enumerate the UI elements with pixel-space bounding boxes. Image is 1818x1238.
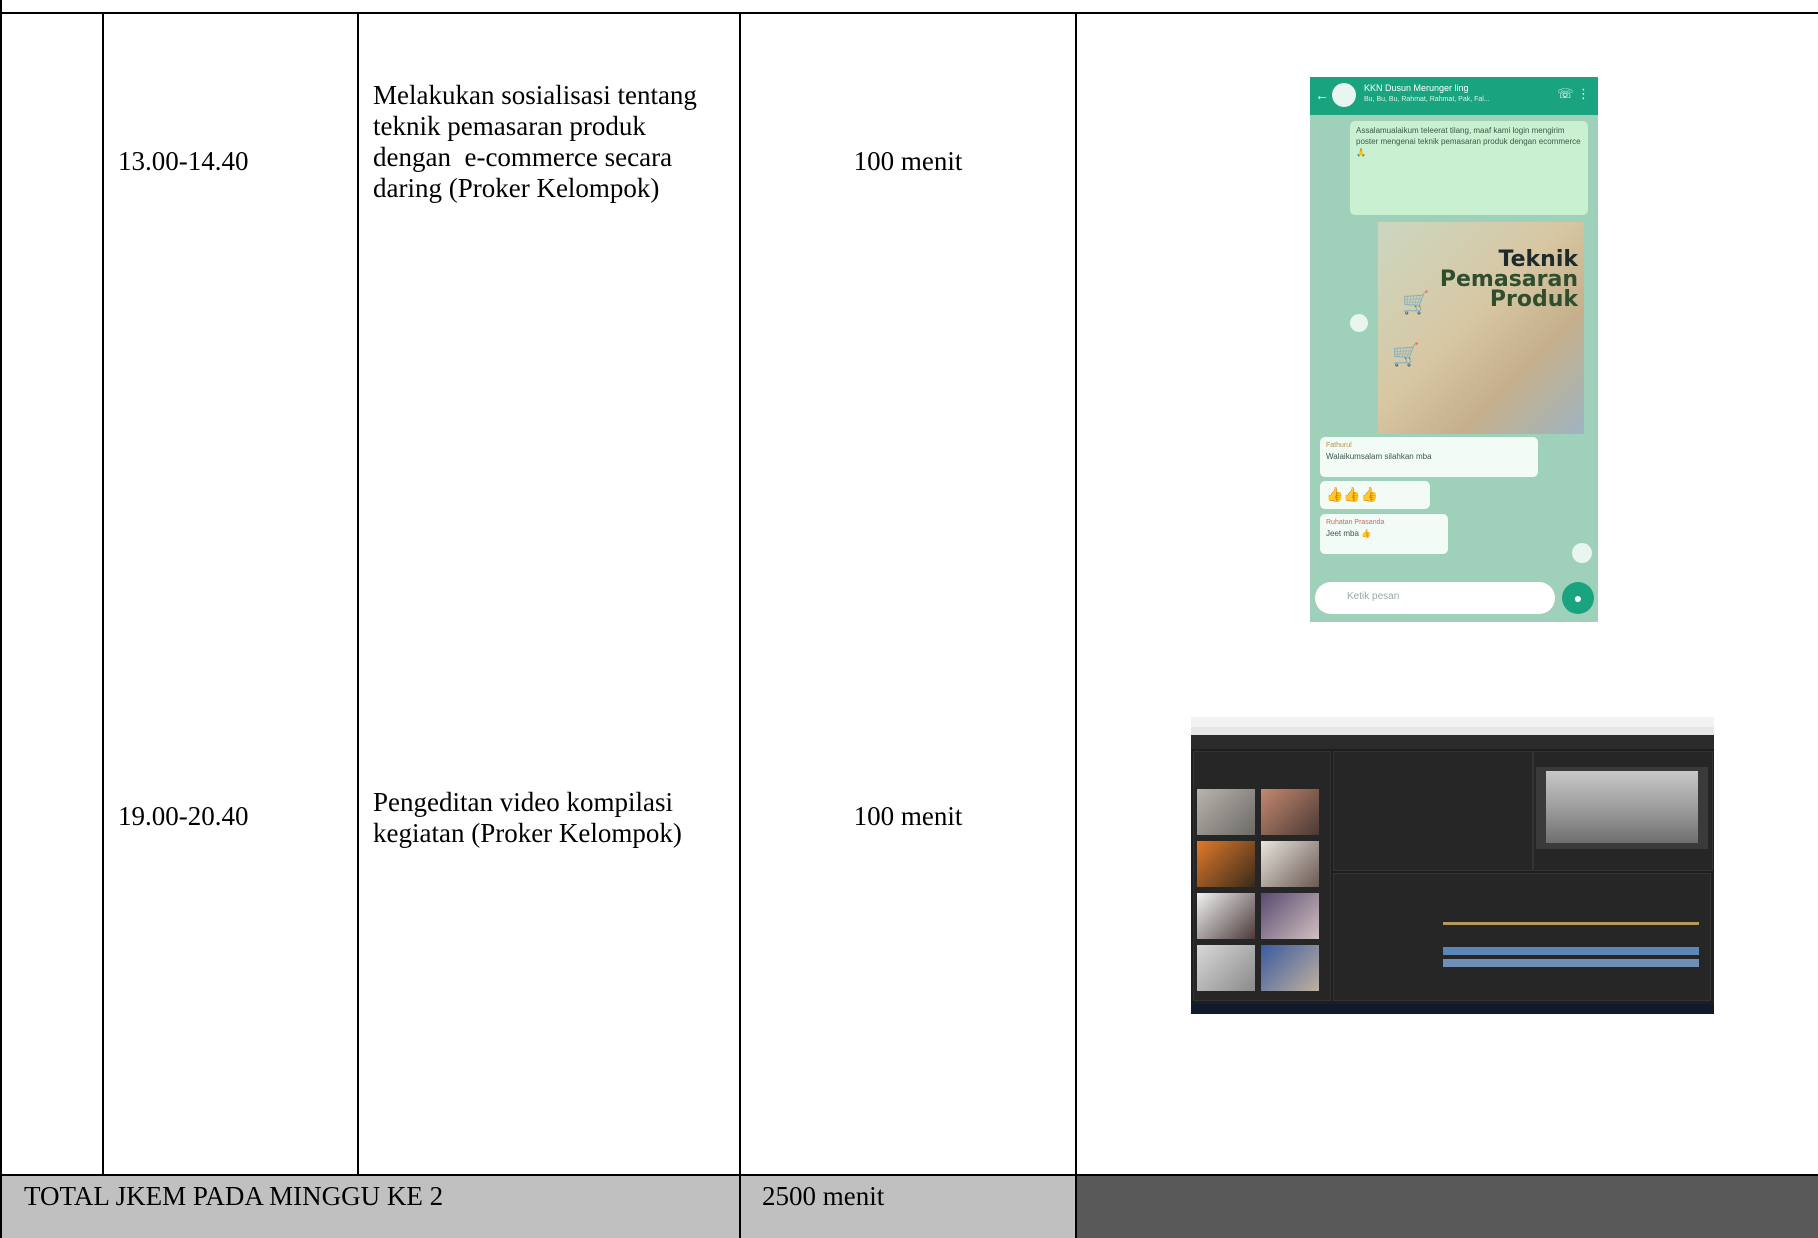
- audio-track-clip: [1443, 959, 1699, 967]
- editor-menu-bar: [1191, 727, 1714, 735]
- clip-thumbnail-5: [1197, 893, 1255, 939]
- effect-controls-panel: [1333, 751, 1533, 871]
- clip-thumbnail-6: [1261, 893, 1319, 939]
- shopping-cart-icon: 🛒: [1402, 290, 1430, 315]
- row-2-duration: 100 menit: [853, 801, 963, 831]
- row-2-activity-line-1: Pengeditan video kompilasi: [373, 787, 673, 817]
- program-monitor: [1536, 767, 1708, 849]
- poster-title-line-3: Produk: [1489, 287, 1578, 312]
- group-avatar: [1332, 83, 1356, 107]
- clip-thumbnail-2: [1261, 789, 1319, 835]
- column-divider-1: [102, 12, 104, 1174]
- clip-thumbnail-8: [1261, 945, 1319, 991]
- wa-reply-bubble-2: Ruhatan Prasanda Jeet mba 👍: [1320, 514, 1448, 554]
- whatsapp-screenshot: ← KKN Dusun Merunger ling Bu, Bu, Bu, Ra…: [1310, 77, 1598, 622]
- row-1-activity: Melakukan sosialisasi tentang teknik pem…: [373, 80, 733, 204]
- pray-emoji: 🙏: [1356, 148, 1366, 157]
- row-1-time: 13.00-14.40: [118, 146, 249, 176]
- mic-icon: ●: [1562, 582, 1594, 614]
- table-top-border: [0, 12, 1818, 14]
- column-divider-3: [739, 12, 741, 1238]
- editor-title-bar: [1191, 717, 1714, 727]
- row-1-activity-line-4: daring (Proker Kelompok): [373, 173, 660, 203]
- total-label: TOTAL JKEM PADA MINGGU KE 2: [24, 1181, 444, 1211]
- row-1-activity-line-3: dengan e-commerce secara: [373, 142, 673, 172]
- wa-message-bubble: Assalamualaikum teleerat tilang, maaf ka…: [1350, 121, 1588, 215]
- wa-chat-members: Bu, Bu, Bu, Rahmat, Rahmat, Pak, Fal...: [1364, 96, 1490, 103]
- column-divider-4: [1075, 12, 1077, 1238]
- row-1-duration: 100 menit: [853, 146, 963, 176]
- column-divider-2: [357, 12, 359, 1174]
- wa-reply-2-sender: Ruhatan Prasanda: [1326, 519, 1385, 526]
- row-2-activity-line-2: kegiatan (Proker Kelompok): [373, 818, 682, 848]
- clip-thumbnail-7: [1197, 945, 1255, 991]
- poster-title: Teknik Pemasaran Produk: [1440, 249, 1578, 312]
- total-value: 2500 menit: [762, 1181, 885, 1211]
- wa-message-text: Assalamualaikum teleerat tilang, maaf ka…: [1356, 126, 1581, 146]
- total-row-top-border: [0, 1174, 1818, 1176]
- wa-reply-1-sender: Fathurul: [1326, 442, 1352, 449]
- row-1-activity-line-1: Melakukan sosialisasi tentang: [373, 80, 697, 110]
- wa-header: ← KKN Dusun Merunger ling Bu, Bu, Bu, Ra…: [1310, 77, 1598, 115]
- back-arrow-icon: ←: [1315, 87, 1329, 103]
- thumbs-up-emoji: 👍: [1361, 529, 1372, 538]
- wa-chat-name: KKN Dusun Merunger ling: [1364, 83, 1469, 93]
- video-track-clip: [1443, 947, 1699, 955]
- clip-thumbnail-4: [1261, 841, 1319, 887]
- clip-thumbnail-1: [1197, 789, 1255, 835]
- video-preview: [1546, 771, 1698, 843]
- timeline-panel: [1333, 873, 1711, 1001]
- row-2-activity: Pengeditan video kompilasi kegiatan (Pro…: [373, 787, 733, 849]
- total-dark-cell: [1077, 1175, 1818, 1238]
- wa-reply-2-text: Jeet mba: [1326, 529, 1359, 538]
- wa-reply-2-text-line: Jeet mba 👍: [1326, 528, 1442, 539]
- row-2-time: 19.00-20.40: [118, 801, 249, 831]
- scroll-down-icon: [1572, 543, 1592, 563]
- editor-workspace-bar: [1191, 735, 1714, 749]
- wa-message-input: Ketik pesan: [1315, 582, 1555, 614]
- windows-taskbar: [1191, 1004, 1714, 1014]
- poster-image: Teknik Pemasaran Produk 🛒 🛒: [1378, 222, 1584, 434]
- wa-emoji-bubble: 👍👍👍: [1320, 481, 1430, 509]
- wa-input-placeholder: Ketik pesan: [1347, 591, 1400, 602]
- clip-thumbnail-3: [1197, 841, 1255, 887]
- thumbs-up-emojis: 👍👍👍: [1326, 486, 1379, 502]
- wa-reply-1-text: Walaikumsalam silahkan mba: [1326, 452, 1432, 461]
- timeline-ruler: [1443, 922, 1699, 925]
- video-editor-screenshot: [1191, 717, 1714, 1014]
- row-1-activity-line-2: teknik pemasaran produk: [373, 111, 646, 141]
- shopping-cart-icon-2: 🛒: [1392, 342, 1420, 367]
- wa-reply-bubble-1: Fathurul Walaikumsalam silahkan mba: [1320, 437, 1538, 477]
- share-icon: [1350, 314, 1368, 332]
- table-left-border: [0, 0, 2, 1238]
- call-icon: ☏ ⋮: [1557, 86, 1590, 101]
